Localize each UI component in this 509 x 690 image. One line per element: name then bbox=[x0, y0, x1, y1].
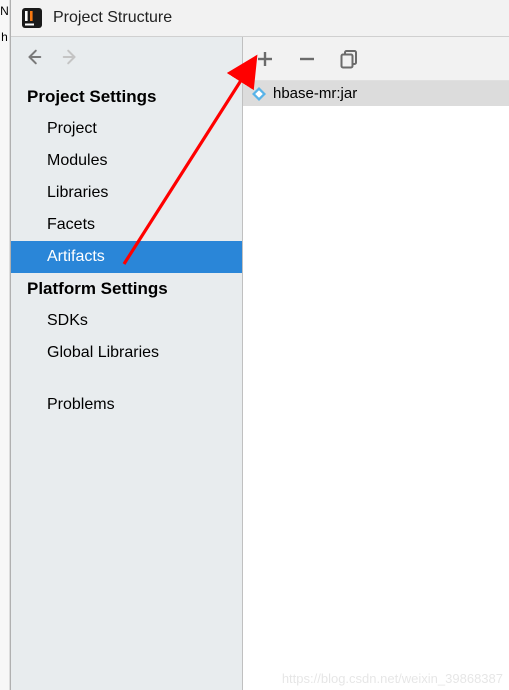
section-project-settings: Project Settings bbox=[11, 81, 242, 113]
sidebar-item-modules[interactable]: Modules bbox=[11, 145, 242, 177]
sidebar-item-problems[interactable]: Problems bbox=[11, 389, 242, 421]
sidebar: Project Settings Project Modules Librari… bbox=[11, 37, 243, 690]
artifact-name: hbase-mr:jar bbox=[273, 85, 357, 102]
editor-gutter-remnant: N h bbox=[0, 0, 10, 690]
artifact-diamond-icon bbox=[251, 86, 267, 102]
titlebar: Project Structure bbox=[11, 0, 509, 36]
sidebar-item-facets[interactable]: Facets bbox=[11, 209, 242, 241]
sidebar-item-artifacts[interactable]: Artifacts bbox=[11, 241, 242, 273]
forward-button[interactable] bbox=[61, 48, 79, 66]
section-platform-settings: Platform Settings bbox=[11, 273, 242, 305]
project-structure-dialog: Project Structure Project Settings Proje… bbox=[10, 0, 509, 690]
gutter-char: N bbox=[0, 0, 9, 18]
sidebar-item-libraries[interactable]: Libraries bbox=[11, 177, 242, 209]
window-title: Project Structure bbox=[53, 9, 172, 27]
intellij-icon bbox=[21, 7, 43, 29]
remove-button[interactable] bbox=[297, 49, 317, 69]
artifact-row[interactable]: hbase-mr:jar bbox=[243, 81, 509, 106]
add-button[interactable] bbox=[255, 49, 275, 69]
copy-button[interactable] bbox=[339, 49, 359, 69]
content-split: Project Settings Project Modules Librari… bbox=[11, 36, 509, 690]
sidebar-item-project[interactable]: Project bbox=[11, 113, 242, 145]
nav-arrows bbox=[11, 37, 242, 81]
artifact-toolbar bbox=[243, 37, 509, 81]
sidebar-item-global-libraries[interactable]: Global Libraries bbox=[11, 337, 242, 369]
main-panel: hbase-mr:jar bbox=[243, 37, 509, 690]
sidebar-gap bbox=[11, 369, 242, 389]
sidebar-item-sdks[interactable]: SDKs bbox=[11, 305, 242, 337]
artifact-list[interactable]: hbase-mr:jar bbox=[243, 81, 509, 690]
gutter-char: h bbox=[0, 18, 9, 44]
back-button[interactable] bbox=[25, 48, 43, 66]
